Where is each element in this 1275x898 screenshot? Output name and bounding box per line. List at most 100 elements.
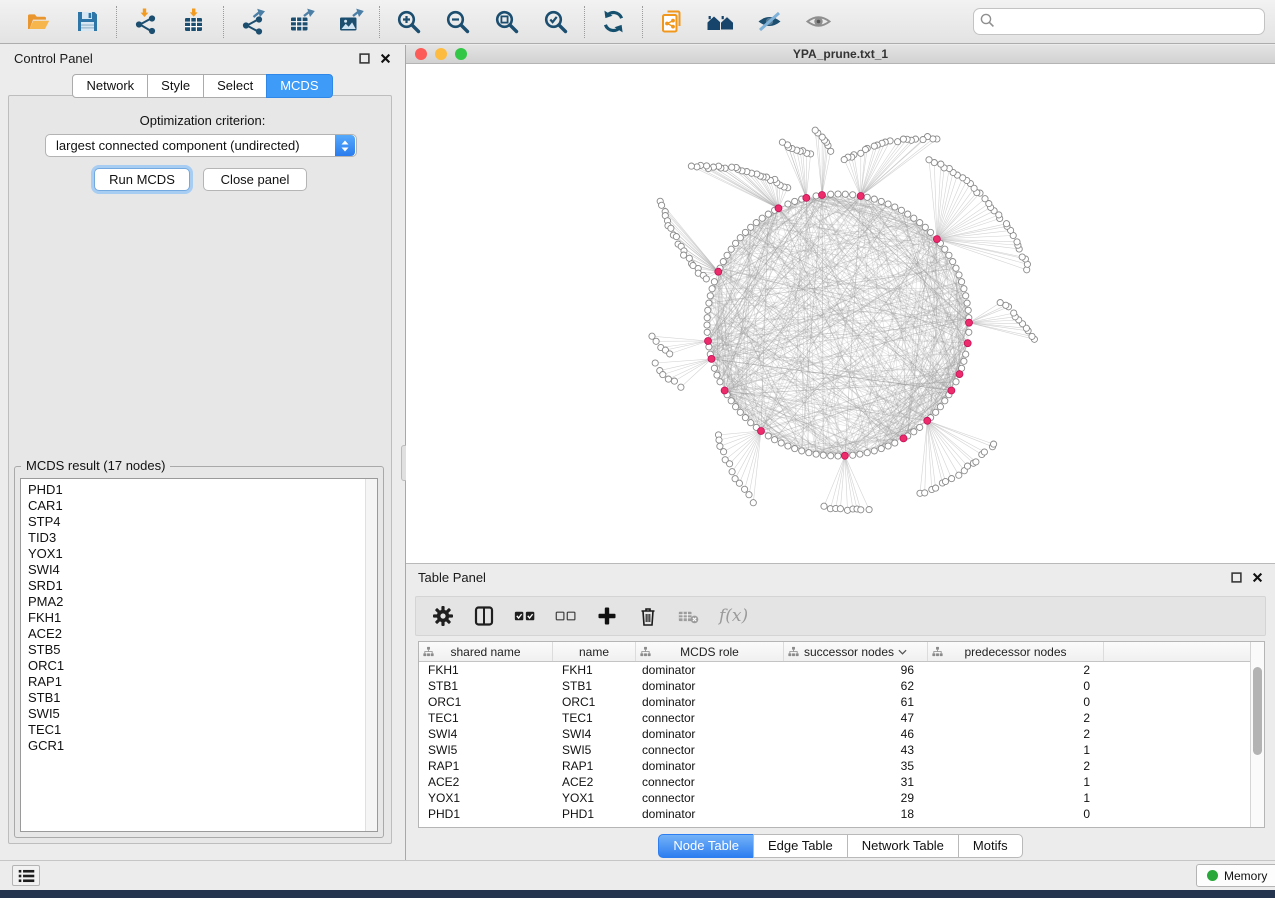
mcds-result-item[interactable]: STB5 bbox=[21, 642, 377, 658]
network-node[interactable] bbox=[871, 143, 877, 149]
network-node[interactable] bbox=[928, 229, 934, 235]
tab-motifs[interactable]: Motifs bbox=[958, 834, 1023, 858]
network-hub-node[interactable] bbox=[819, 192, 826, 199]
status-list-button[interactable] bbox=[12, 865, 40, 886]
table-row[interactable]: STB1STB1dominator620 bbox=[419, 678, 1264, 694]
network-node[interactable] bbox=[812, 127, 818, 133]
network-node[interactable] bbox=[997, 300, 1003, 306]
network-node[interactable] bbox=[765, 211, 771, 217]
network-node[interactable] bbox=[920, 137, 926, 143]
network-hub-node[interactable] bbox=[857, 193, 864, 200]
import-network-button[interactable] bbox=[131, 7, 160, 36]
network-node[interactable] bbox=[950, 259, 956, 265]
network-node[interactable] bbox=[707, 293, 713, 299]
network-node[interactable] bbox=[671, 378, 677, 384]
network-node[interactable] bbox=[961, 286, 967, 292]
network-node[interactable] bbox=[964, 463, 970, 469]
network-hub-node[interactable] bbox=[933, 236, 940, 243]
tab-network-table[interactable]: Network Table bbox=[847, 834, 959, 858]
run-mcds-button[interactable]: Run MCDS bbox=[94, 168, 190, 191]
mcds-result-item[interactable]: PMA2 bbox=[21, 594, 377, 610]
network-node[interactable] bbox=[922, 224, 928, 230]
network-hub-node[interactable] bbox=[956, 371, 963, 378]
network-node[interactable] bbox=[942, 398, 948, 404]
mcds-result-item[interactable]: FKH1 bbox=[21, 610, 377, 626]
mcds-result-item[interactable]: PHD1 bbox=[21, 482, 377, 498]
network-node[interactable] bbox=[772, 437, 778, 443]
column-header-successor-nodes[interactable]: successor nodes bbox=[784, 642, 928, 661]
mcds-result-item[interactable]: STB1 bbox=[21, 690, 377, 706]
open-folder-button[interactable] bbox=[24, 7, 53, 36]
network-node[interactable] bbox=[878, 198, 884, 204]
network-hub-node[interactable] bbox=[803, 194, 810, 201]
network-node[interactable] bbox=[963, 351, 969, 357]
network-node[interactable] bbox=[820, 452, 826, 458]
network-node[interactable] bbox=[792, 198, 798, 204]
network-node[interactable] bbox=[717, 443, 723, 449]
network-node[interactable] bbox=[717, 379, 723, 385]
network-node[interactable] bbox=[724, 252, 730, 258]
network-hub-node[interactable] bbox=[721, 387, 728, 394]
network-node[interactable] bbox=[835, 191, 841, 197]
network-node[interactable] bbox=[711, 279, 717, 285]
network-hub-node[interactable] bbox=[964, 340, 971, 347]
network-node[interactable] bbox=[813, 451, 819, 457]
network-node[interactable] bbox=[681, 252, 687, 258]
mcds-result-item[interactable]: TID3 bbox=[21, 530, 377, 546]
network-hub-node[interactable] bbox=[705, 338, 712, 345]
gear-button[interactable] bbox=[432, 605, 454, 627]
network-node[interactable] bbox=[850, 452, 856, 458]
add-column-button[interactable] bbox=[596, 605, 618, 627]
network-node[interactable] bbox=[729, 469, 735, 475]
network-node[interactable] bbox=[704, 315, 710, 321]
table-row[interactable]: SWI5SWI5connector431 bbox=[419, 742, 1264, 758]
network-node[interactable] bbox=[667, 351, 673, 357]
network-node[interactable] bbox=[821, 503, 827, 509]
network-node[interactable] bbox=[864, 194, 870, 200]
network-node[interactable] bbox=[668, 225, 674, 231]
network-node[interactable] bbox=[953, 379, 959, 385]
network-node[interactable] bbox=[973, 459, 979, 465]
network-node[interactable] bbox=[1011, 310, 1017, 316]
network-node[interactable] bbox=[858, 507, 864, 513]
mcds-result-item[interactable]: YOX1 bbox=[21, 546, 377, 562]
network-hub-node[interactable] bbox=[948, 387, 955, 394]
network-node[interactable] bbox=[742, 415, 748, 421]
network-node[interactable] bbox=[703, 276, 709, 282]
network-node[interactable] bbox=[1029, 333, 1035, 339]
network-node[interactable] bbox=[1014, 239, 1020, 245]
network-node[interactable] bbox=[759, 215, 765, 221]
mcds-result-item[interactable]: SWI5 bbox=[21, 706, 377, 722]
network-node[interactable] bbox=[858, 150, 864, 156]
optimization-criterion-select[interactable]: largest connected component (undirected) bbox=[45, 134, 357, 157]
network-node[interactable] bbox=[727, 461, 733, 467]
network-node[interactable] bbox=[965, 307, 971, 313]
network-node[interactable] bbox=[778, 440, 784, 446]
network-node[interactable] bbox=[716, 437, 722, 443]
network-node[interactable] bbox=[871, 196, 877, 202]
network-node[interactable] bbox=[964, 300, 970, 306]
network-node[interactable] bbox=[704, 322, 710, 328]
close-panel-icon[interactable] bbox=[379, 52, 391, 64]
network-node[interactable] bbox=[806, 450, 812, 456]
network-node[interactable] bbox=[911, 429, 917, 435]
network-node[interactable] bbox=[746, 492, 752, 498]
network-node[interactable] bbox=[737, 409, 743, 415]
zoom-selected-button[interactable] bbox=[541, 7, 570, 36]
table-row[interactable]: PHD1PHD1dominator180 bbox=[419, 806, 1264, 822]
import-table-button[interactable] bbox=[180, 7, 209, 36]
network-node[interactable] bbox=[942, 246, 948, 252]
network-node[interactable] bbox=[748, 420, 754, 426]
network-node[interactable] bbox=[911, 215, 917, 221]
network-node[interactable] bbox=[753, 220, 759, 226]
network-node[interactable] bbox=[892, 204, 898, 210]
network-node[interactable] bbox=[705, 307, 711, 313]
network-node[interactable] bbox=[942, 478, 948, 484]
network-node[interactable] bbox=[959, 279, 965, 285]
mcds-result-item[interactable]: ACE2 bbox=[21, 626, 377, 642]
close-panel-icon[interactable] bbox=[1251, 571, 1263, 583]
network-node[interactable] bbox=[837, 506, 843, 512]
network-node[interactable] bbox=[828, 148, 834, 154]
network-node[interactable] bbox=[991, 441, 997, 447]
network-hub-node[interactable] bbox=[715, 268, 722, 275]
